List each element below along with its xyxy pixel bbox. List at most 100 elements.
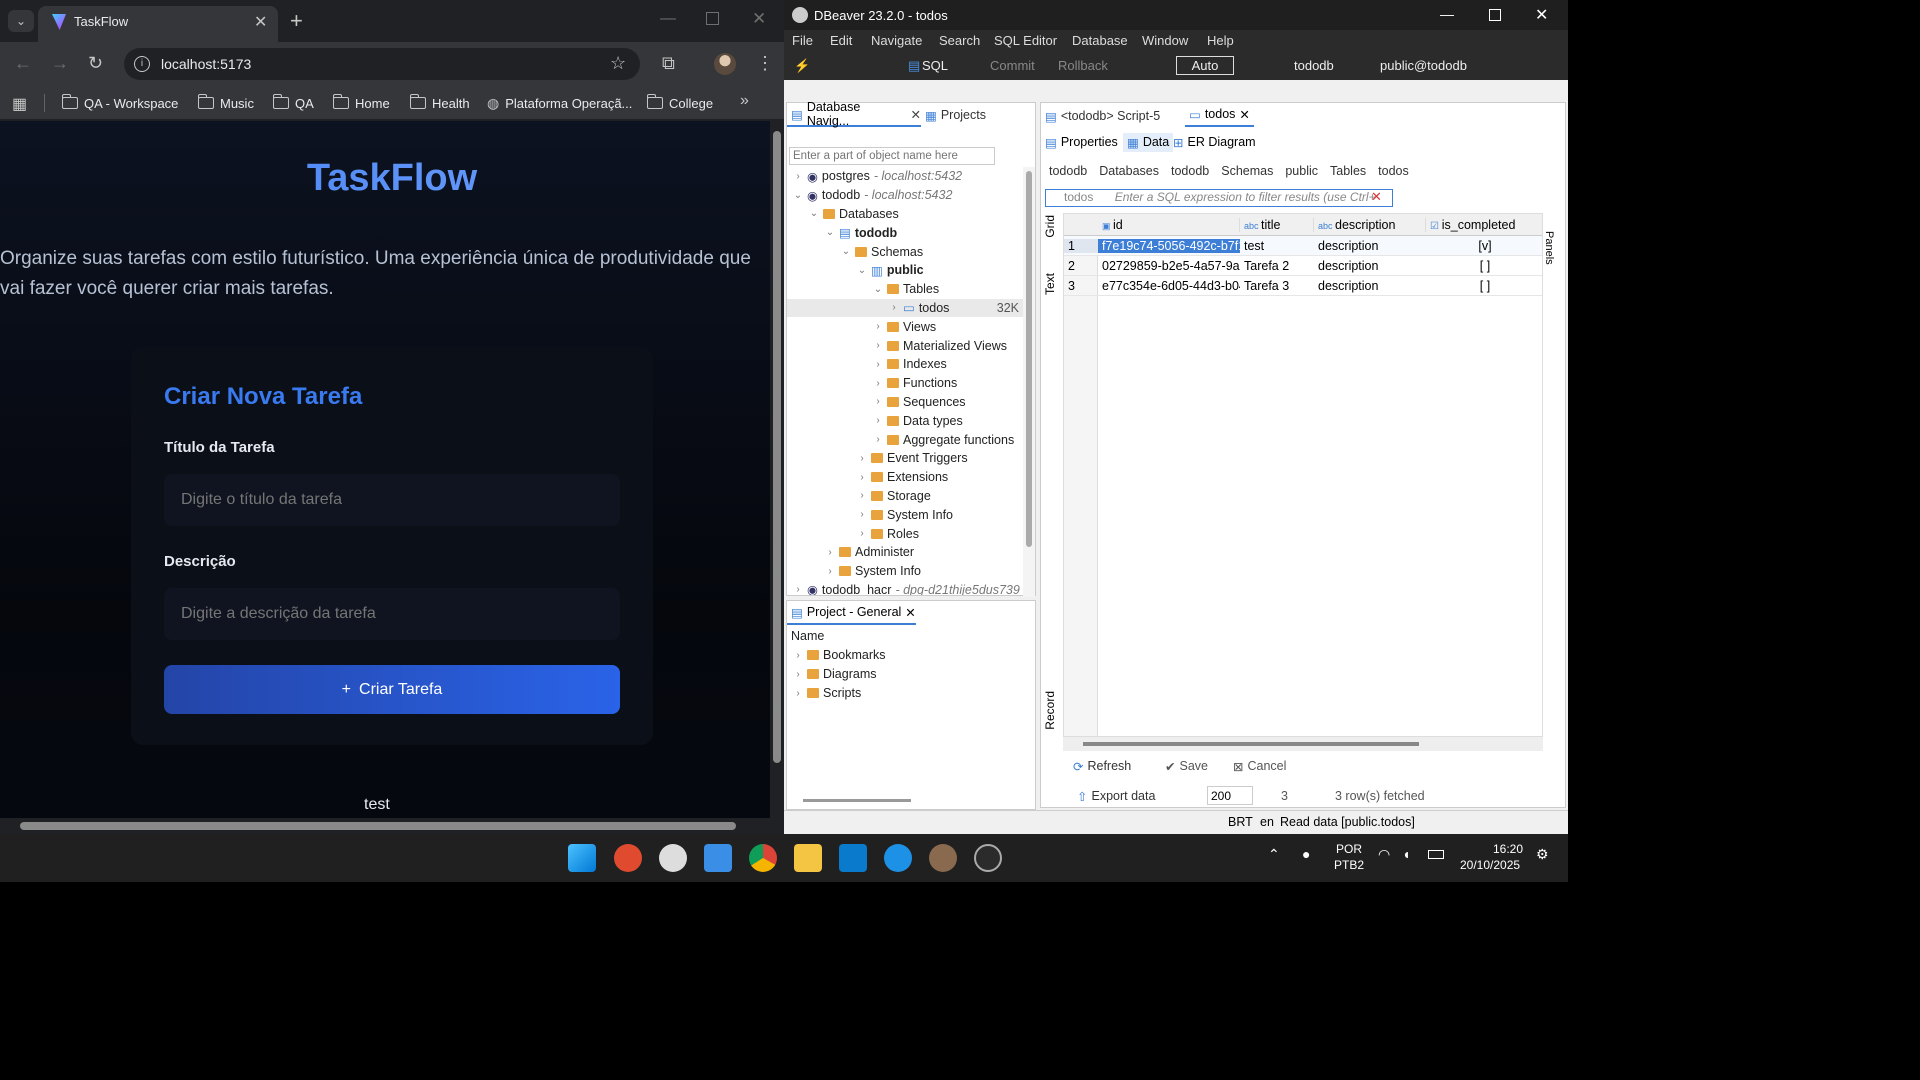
chevron-icon[interactable]: ›: [793, 584, 803, 595]
chevron-icon[interactable]: ›: [873, 396, 883, 407]
tree-item[interactable]: › Data types: [787, 411, 1023, 430]
clock-app-icon[interactable]: [659, 844, 687, 872]
reload-icon[interactable]: ↻: [88, 54, 103, 72]
back-icon[interactable]: ←: [14, 54, 32, 72]
keyboard-layout[interactable]: PTB2: [1334, 858, 1364, 872]
title-input[interactable]: [164, 474, 620, 526]
column-header-description[interactable]: abc description: [1314, 217, 1426, 232]
column-header-is-completed[interactable]: ☑ is_completed: [1426, 218, 1542, 232]
tab-close-icon[interactable]: ✕: [254, 12, 267, 32]
chevron-icon[interactable]: ⌄: [809, 208, 819, 219]
tree-item[interactable]: ⌄ Tables: [787, 280, 1023, 299]
navigator-scrollbar[interactable]: [1023, 167, 1035, 597]
bookmark-folder[interactable]: QA: [272, 92, 314, 114]
chevron-icon[interactable]: ›: [889, 302, 899, 313]
minimize-button[interactable]: —: [660, 10, 676, 28]
bookmark-link[interactable]: ◍ Plataforma Operaçã...: [487, 92, 632, 114]
cell-description[interactable]: description: [1314, 259, 1426, 273]
cell-is-completed[interactable]: [ ]: [1426, 279, 1542, 293]
project-hscrollbar[interactable]: [803, 799, 911, 802]
language-indicator[interactable]: POR: [1336, 842, 1362, 856]
table-row[interactable]: 3 e77c354e-6d05-44d3-b04 Tarefa 3 descri…: [1064, 276, 1542, 296]
chevron-icon[interactable]: ›: [825, 566, 835, 577]
wifi-icon[interactable]: ◠: [1378, 846, 1390, 863]
tree-item[interactable]: › Event Triggers: [787, 449, 1023, 468]
chevron-icon[interactable]: ⌄: [873, 284, 883, 295]
tree-item[interactable]: › Indexes: [787, 355, 1023, 374]
bookmark-star-icon[interactable]: ☆: [610, 53, 626, 74]
notepad-icon[interactable]: [704, 844, 732, 872]
cell-title[interactable]: test: [1240, 239, 1314, 253]
chevron-icon[interactable]: ›: [873, 415, 883, 426]
site-info-icon[interactable]: i: [134, 56, 150, 72]
volume-icon[interactable]: ◖: [1402, 846, 1410, 862]
tree-item[interactable]: › Extensions: [787, 468, 1023, 487]
refresh-button[interactable]: ⟳ Refresh: [1073, 759, 1131, 774]
chevron-icon[interactable]: ›: [873, 321, 883, 332]
menu-help[interactable]: Help: [1207, 33, 1234, 48]
menu-search[interactable]: Search: [939, 33, 980, 48]
tree-item[interactable]: › Storage: [787, 487, 1023, 506]
cell-id[interactable]: f7e19c74-5056-492c-b7f1: [1098, 238, 1240, 253]
description-input[interactable]: [164, 588, 620, 640]
save-button[interactable]: ✔ Save: [1165, 759, 1208, 774]
tree-item[interactable]: › ◉ postgres - localhost:5432: [787, 167, 1023, 186]
forward-icon[interactable]: →: [51, 54, 69, 72]
tree-item[interactable]: › System Info: [787, 562, 1023, 581]
chevron-icon[interactable]: ›: [857, 472, 867, 483]
tree-item[interactable]: › ◉ tododb_hacr - dpg-d21thije5dus739: [787, 581, 1023, 595]
vscode-icon[interactable]: [839, 844, 867, 872]
notification-icon[interactable]: ⚙: [1536, 846, 1549, 863]
cell-is-completed[interactable]: [ ]: [1426, 259, 1542, 273]
transaction-mode-button[interactable]: Auto: [1176, 56, 1234, 75]
editor-tab-todos[interactable]: ▭ todos ✕: [1185, 103, 1254, 127]
tab-close-icon[interactable]: ✕: [911, 107, 921, 122]
tree-item[interactable]: › Administer: [787, 543, 1023, 562]
record-side-tab[interactable]: Record: [1043, 691, 1057, 730]
menu-database[interactable]: Database: [1072, 33, 1128, 48]
tree-item[interactable]: › Functions: [787, 374, 1023, 393]
chevron-icon[interactable]: ›: [873, 340, 883, 351]
chevron-icon[interactable]: ›: [793, 171, 803, 182]
menu-kebab-icon[interactable]: ⋮: [756, 54, 774, 72]
column-header-id[interactable]: ▣ id: [1098, 217, 1240, 232]
tray-chevron-icon[interactable]: ⌃: [1268, 846, 1280, 863]
tree-item[interactable]: ⌄ Databases: [787, 205, 1023, 224]
minimize-button[interactable]: —: [1440, 6, 1454, 22]
tree-item[interactable]: › ▭ todos 32K: [787, 298, 1023, 318]
chevron-icon[interactable]: ›: [873, 359, 883, 370]
grid-hscrollbar[interactable]: [1063, 737, 1543, 751]
docker-icon[interactable]: [884, 844, 912, 872]
cell-description[interactable]: description: [1314, 279, 1426, 293]
tree-item[interactable]: › System Info: [787, 505, 1023, 524]
column-header-title[interactable]: abc title: [1240, 217, 1314, 232]
cell-description[interactable]: description: [1314, 239, 1426, 253]
tab-search-button[interactable]: ⌄: [8, 10, 34, 32]
scrollbar-thumb[interactable]: [20, 822, 736, 830]
project-item-bookmarks[interactable]: › Bookmarks: [793, 646, 885, 664]
sql-editor-icon[interactable]: ▤: [908, 58, 920, 74]
table-row[interactable]: 2 02729859-b2e5-4a57-9ae Tarefa 2 descri…: [1064, 256, 1542, 276]
panels-side-tab[interactable]: Panels: [1543, 231, 1555, 265]
dbeaver-icon[interactable]: [929, 844, 957, 872]
connect-icon[interactable]: ⚡: [794, 58, 810, 74]
editor-tab-script[interactable]: ▤ <tododb> Script-5: [1045, 105, 1160, 127]
microphone-icon[interactable]: ●: [1302, 846, 1310, 862]
close-button[interactable]: ✕: [1535, 5, 1548, 25]
grid-side-tab[interactable]: Grid: [1043, 215, 1057, 238]
new-tab-button[interactable]: +: [290, 8, 303, 34]
cell-title[interactable]: Tarefa 2: [1240, 259, 1314, 273]
chevron-icon[interactable]: ›: [857, 490, 867, 501]
chevron-icon[interactable]: ›: [857, 453, 867, 464]
tree-item[interactable]: ⌄ ◉ tododb - localhost:5432: [787, 186, 1023, 205]
cancel-button[interactable]: ⊠ Cancel: [1233, 759, 1286, 774]
app-icon[interactable]: [614, 844, 642, 872]
battery-icon[interactable]: [1428, 850, 1444, 859]
navigator-filter-input[interactable]: [789, 147, 995, 165]
cell-title[interactable]: Tarefa 3: [1240, 279, 1314, 293]
clock-date[interactable]: 20/10/2025: [1460, 858, 1520, 872]
file-explorer-icon[interactable]: [794, 844, 822, 872]
menu-sql-editor[interactable]: SQL Editor: [994, 33, 1057, 48]
table-row[interactable]: 1 f7e19c74-5056-492c-b7f1 test descripti…: [1064, 236, 1542, 256]
menu-navigate[interactable]: Navigate: [871, 33, 922, 48]
